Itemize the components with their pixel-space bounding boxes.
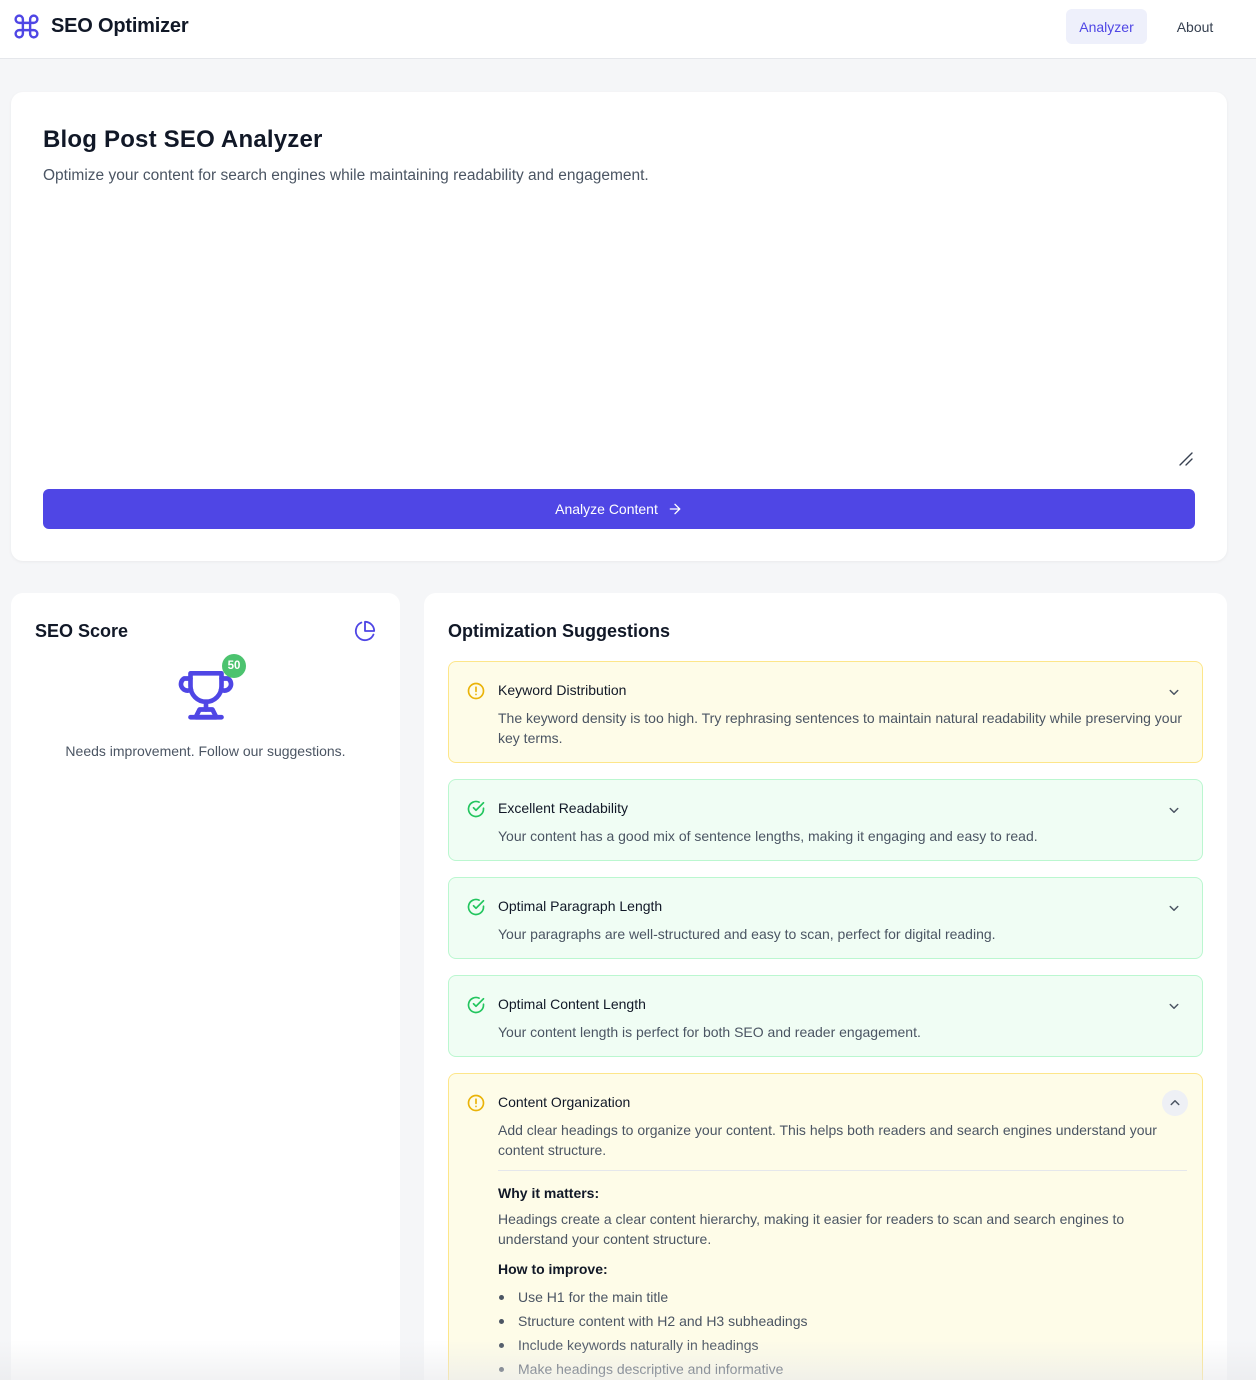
- list-item: Structure content with H2 and H3 subhead…: [498, 1309, 1188, 1333]
- page-subtitle: Optimize your content for search engines…: [43, 167, 649, 184]
- nav-analyzer-tab[interactable]: Analyzer: [1066, 9, 1147, 44]
- how-to-improve-heading: How to improve:: [498, 1261, 608, 1277]
- suggestion-title: Optimal Content Length: [498, 996, 646, 1012]
- alert-circle-icon: [467, 682, 485, 700]
- chevron-down-icon[interactable]: [1165, 801, 1183, 819]
- suggestion-description: Add clear headings to organize your cont…: [498, 1122, 1157, 1158]
- chevron-up-icon: [1170, 1100, 1180, 1106]
- suggestion-title: Excellent Readability: [498, 800, 628, 816]
- top-navigation-bar: SEO Optimizer Analyzer About: [0, 0, 1256, 59]
- suggestion-description: Your content has a good mix of sentence …: [498, 828, 1038, 844]
- suggestion-description: Your content length is perfect for both …: [498, 1024, 921, 1040]
- list-item: Make headings descriptive and informativ…: [498, 1357, 1188, 1380]
- brand[interactable]: SEO Optimizer: [12, 12, 189, 41]
- check-circle-icon: [467, 800, 485, 818]
- suggestion-description: Your paragraphs are well-structured and …: [498, 926, 996, 942]
- suggestion-optimal-content-length[interactable]: Optimal Content Length Your content leng…: [448, 975, 1203, 1057]
- suggestion-excellent-readability[interactable]: Excellent Readability Your content has a…: [448, 779, 1203, 861]
- chevron-down-icon[interactable]: [1165, 683, 1183, 701]
- page-title: Blog Post SEO Analyzer: [43, 126, 323, 153]
- analyze-button-label: Analyze Content: [555, 501, 658, 517]
- suggestion-title: Content Organization: [498, 1094, 631, 1110]
- command-icon: [14, 14, 39, 39]
- list-item: Use H1 for the main title: [498, 1285, 1188, 1309]
- suggestion-title: Optimal Paragraph Length: [498, 898, 663, 914]
- check-circle-icon: [467, 996, 485, 1014]
- why-it-matters-text: Headings create a clear content hierarch…: [498, 1211, 1125, 1247]
- nav-about-link[interactable]: About: [1163, 9, 1227, 44]
- divider: [498, 1170, 1187, 1171]
- collapse-button[interactable]: [1162, 1090, 1188, 1116]
- alert-circle-icon: [467, 1094, 485, 1112]
- suggestion-optimal-paragraph-length[interactable]: Optimal Paragraph Length Your paragraphs…: [448, 877, 1203, 959]
- chevron-down-icon[interactable]: [1165, 899, 1183, 917]
- arrow-right-icon: [669, 503, 681, 515]
- suggestion-description: The keyword density is too high. Try rep…: [498, 710, 1183, 746]
- check-circle-icon: [467, 898, 485, 916]
- list-item: Include keywords naturally in headings: [498, 1333, 1188, 1357]
- analyze-content-button[interactable]: Analyze Content: [43, 489, 1195, 529]
- seo-score-card: SEO Score 50 Needs improvement. Follow o…: [11, 593, 400, 1380]
- analyzer-card: Blog Post SEO Analyzer Optimize your con…: [11, 92, 1227, 561]
- optimization-suggestions-card: Optimization Suggestions Keyword Distrib…: [424, 593, 1227, 1380]
- suggestion-title: Keyword Distribution: [498, 682, 627, 698]
- resize-handle-icon[interactable]: [1177, 450, 1195, 468]
- pie-chart-icon: [354, 620, 376, 642]
- suggestions-title: Optimization Suggestions: [448, 621, 671, 641]
- content-textarea[interactable]: crucial. We can leverage the best of bot…: [43, 204, 1195, 466]
- seo-score-title: SEO Score: [35, 621, 129, 641]
- chevron-down-icon[interactable]: [1165, 997, 1183, 1015]
- app-name: SEO Optimizer: [51, 15, 189, 37]
- score-message: Needs improvement. Follow our suggestion…: [65, 743, 346, 759]
- how-to-improve-list: Use H1 for the main title Structure cont…: [498, 1285, 1188, 1380]
- why-it-matters-heading: Why it matters:: [498, 1185, 600, 1201]
- suggestion-content-organization[interactable]: Content Organization Add clear headings …: [448, 1073, 1203, 1380]
- suggestion-keyword-distribution[interactable]: Keyword Distribution The keyword density…: [448, 661, 1203, 763]
- score-badge: 50: [222, 654, 246, 678]
